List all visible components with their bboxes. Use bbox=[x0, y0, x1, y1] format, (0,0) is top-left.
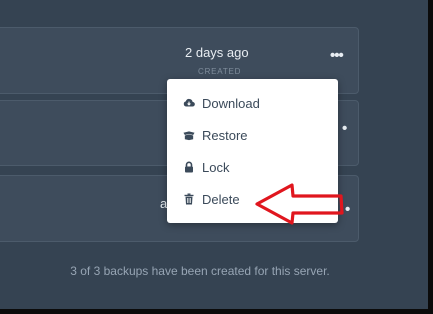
window-edge bbox=[0, 309, 433, 314]
menu-item-label: Restore bbox=[202, 127, 248, 143]
more-horizontal-icon[interactable]: ••• bbox=[330, 48, 344, 63]
cloud-download-icon bbox=[183, 97, 195, 109]
backup-created-label: CREATED bbox=[198, 67, 242, 76]
window-edge bbox=[428, 0, 433, 314]
menu-item-download[interactable]: Download bbox=[167, 87, 338, 119]
backups-page: 2 days ago CREATED ••• • a • Download Re… bbox=[0, 0, 428, 309]
menu-item-label: Delete bbox=[202, 191, 240, 207]
arrow-left-icon bbox=[255, 183, 344, 225]
backup-created-time: 2 days ago bbox=[185, 45, 249, 60]
menu-item-lock[interactable]: Lock bbox=[167, 151, 338, 183]
menu-item-restore[interactable]: Restore bbox=[167, 119, 338, 151]
lock-icon bbox=[183, 161, 195, 173]
box-open-icon bbox=[183, 129, 195, 141]
menu-item-label: Download bbox=[202, 95, 260, 111]
more-horizontal-icon[interactable]: • bbox=[342, 121, 347, 136]
trash-icon bbox=[183, 193, 195, 205]
backup-count-summary: 3 of 3 backups have been created for thi… bbox=[70, 264, 330, 278]
menu-item-label: Lock bbox=[202, 159, 230, 175]
